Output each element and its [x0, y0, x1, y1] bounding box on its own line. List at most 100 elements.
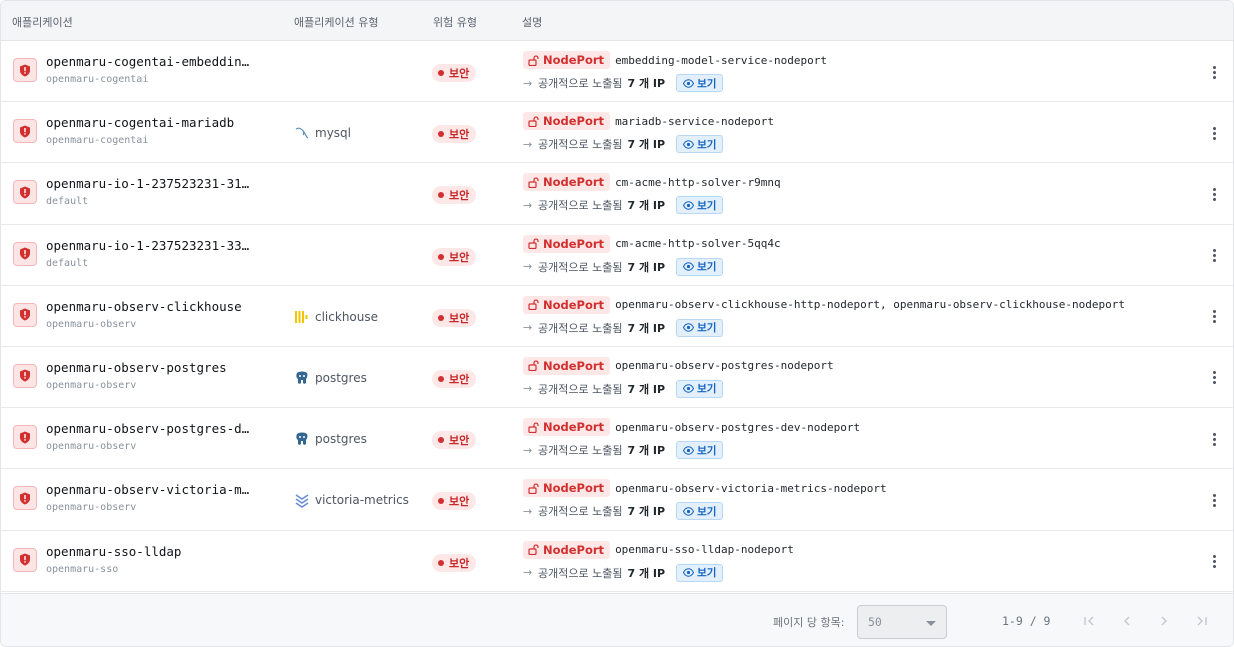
nodeport-badge: NodePort — [523, 295, 611, 314]
eye-icon — [683, 507, 695, 516]
nodeport-badge: NodePort — [523, 51, 611, 69]
risk-label: 보안 — [449, 189, 470, 203]
previous-page-button[interactable] — [1119, 613, 1135, 629]
application-name[interactable]: openmaru-observ-postgres — [46, 360, 227, 375]
nodeport-label: NodePort — [543, 420, 605, 435]
unlock-icon — [528, 238, 539, 250]
column-header-description[interactable]: 설명 — [522, 14, 542, 30]
risk-dot-icon — [438, 131, 444, 138]
application-name[interactable]: openmaru-io-1-237523231-31… — [46, 176, 249, 191]
table-row[interactable]: openmaru-io-1-237523231-31… default 보안 N… — [1, 163, 1233, 225]
items-per-page-select[interactable]: 50 — [857, 605, 947, 639]
nodeport-badge: NodePort — [523, 234, 611, 253]
view-button[interactable]: 보기 — [676, 135, 724, 154]
risk-badge: 보안 — [432, 431, 477, 450]
application-name[interactable]: openmaru-io-1-237523231-33… — [46, 238, 249, 253]
app-type-label: postgres — [315, 432, 367, 447]
exposure-info: → 공개적으로 노출됨 7 개 IP 보기 — [523, 318, 724, 337]
column-header-application[interactable]: 애플리케이션 — [12, 14, 73, 30]
view-button[interactable]: 보기 — [676, 318, 724, 337]
exposure-text: 공개적으로 노출됨 — [538, 505, 623, 519]
app-type: postgres — [294, 431, 367, 447]
service-names: openmaru-observ-victoria-metrics-nodepor… — [615, 481, 887, 495]
exposure-info: → 공개적으로 노출됨 7 개 IP 보기 — [523, 379, 724, 398]
table-header: 애플리케이션 애플리케이션 유형 위험 유형 설명 — [1, 1, 1233, 41]
table-row[interactable]: openmaru-io-1-237523231-33… default 보안 N… — [1, 225, 1233, 286]
table-row[interactable]: openmaru-observ-postgres openmaru-observ… — [1, 347, 1233, 409]
items-per-page-value: 50 — [868, 615, 882, 629]
nodeport-label: NodePort — [543, 53, 605, 67]
first-page-button[interactable] — [1081, 613, 1097, 629]
more-actions-button[interactable] — [1207, 63, 1221, 81]
application-name[interactable]: openmaru-cogentai-embeddin… — [46, 54, 249, 69]
more-actions-button[interactable] — [1207, 369, 1221, 387]
view-label: 보기 — [697, 322, 717, 335]
items-per-page-label: 페이지 당 항목: — [773, 616, 845, 629]
table-row[interactable]: openmaru-observ-clickhouse openmaru-obse… — [1, 286, 1233, 347]
view-label: 보기 — [697, 199, 717, 212]
column-header-risk-type[interactable]: 위험 유형 — [433, 14, 477, 30]
nodeport-label: NodePort — [543, 236, 605, 251]
shield-icon — [13, 241, 37, 266]
unlock-icon — [528, 177, 539, 188]
view-label: 보기 — [697, 77, 717, 90]
ip-count: 7 개 IP — [627, 199, 666, 213]
more-actions-button[interactable] — [1207, 185, 1221, 203]
table-row[interactable]: openmaru-observ-postgres-dev openmaru-ob… — [1, 408, 1233, 470]
column-header-app-type[interactable]: 애플리케이션 유형 — [294, 14, 378, 30]
exposure-info: → 공개적으로 노출됨 7 개 IP 보기 — [523, 257, 724, 276]
app-type-label: victoria-metrics — [315, 493, 409, 508]
more-actions-button[interactable] — [1207, 308, 1221, 326]
more-actions-button[interactable] — [1207, 491, 1221, 509]
table-row[interactable]: openmaru-cogentai-mariadb openmaru-cogen… — [1, 102, 1233, 164]
postgres-icon — [294, 431, 310, 447]
exposure-info: → 공개적으로 노출됨 7 개 IP 보기 — [523, 441, 724, 460]
eye-icon — [683, 384, 695, 394]
next-page-button[interactable] — [1156, 613, 1172, 629]
eye-icon — [683, 139, 695, 149]
unlock-icon — [528, 483, 539, 494]
view-button[interactable]: 보기 — [676, 379, 724, 398]
description-service: NodePort openmaru-observ-postgres-nodepo… — [523, 356, 834, 375]
view-button[interactable]: 보기 — [676, 441, 724, 460]
last-page-button[interactable] — [1194, 613, 1210, 629]
eye-icon — [683, 568, 695, 577]
table-row[interactable]: openmaru-cogentai-embeddin… openmaru-cog… — [1, 41, 1233, 103]
view-button[interactable]: 보기 — [676, 563, 724, 582]
application-name[interactable]: openmaru-observ-victoria-m… — [46, 482, 249, 497]
app-type-label: mysql — [315, 126, 351, 141]
arrow-right-icon: → — [523, 198, 533, 212]
application-name[interactable]: openmaru-observ-clickhouse — [46, 299, 242, 314]
more-actions-button[interactable] — [1207, 430, 1221, 448]
nodeport-label: NodePort — [543, 297, 605, 312]
service-names: embedding-model-service-nodeport — [615, 53, 827, 67]
risk-badge: 보안 — [432, 186, 477, 205]
view-button[interactable]: 보기 — [676, 196, 724, 215]
service-names: openmaru-observ-postgres-dev-nodeport — [615, 420, 861, 434]
service-names: cm-acme-http-solver-r9mnq — [615, 175, 781, 189]
risk-dot-icon — [438, 498, 444, 505]
application-name[interactable]: openmaru-observ-postgres-dev — [46, 421, 256, 436]
app-type-label: clickhouse — [315, 309, 378, 324]
table-row[interactable]: openmaru-observ-victoria-m… openmaru-obs… — [1, 469, 1233, 531]
table-row[interactable]: openmaru-sso-lldap openmaru-sso 보안 NodeP… — [1, 531, 1233, 592]
more-actions-button[interactable] — [1207, 553, 1221, 571]
arrow-right-icon: → — [523, 137, 533, 151]
service-names: openmaru-sso-lldap-nodeport — [615, 543, 794, 556]
view-button[interactable]: 보기 — [676, 502, 724, 521]
chevron-right-icon — [1161, 616, 1167, 626]
more-actions-button[interactable] — [1207, 247, 1221, 265]
unlock-icon — [528, 360, 539, 372]
application-name[interactable]: openmaru-cogentai-mariadb — [46, 115, 234, 130]
view-button[interactable]: 보기 — [676, 74, 724, 92]
exposure-text: 공개적으로 노출됨 — [538, 321, 623, 335]
view-button[interactable]: 보기 — [676, 257, 724, 276]
application-namespace: openmaru-cogentai — [46, 135, 149, 147]
more-actions-button[interactable] — [1207, 124, 1221, 142]
first-page-icon — [1084, 616, 1094, 626]
shield-icon — [13, 363, 37, 388]
risk-badge: 보안 — [432, 64, 477, 82]
eye-icon — [683, 262, 695, 271]
application-name[interactable]: openmaru-sso-lldap — [46, 544, 181, 559]
risk-badge: 보안 — [432, 553, 477, 572]
